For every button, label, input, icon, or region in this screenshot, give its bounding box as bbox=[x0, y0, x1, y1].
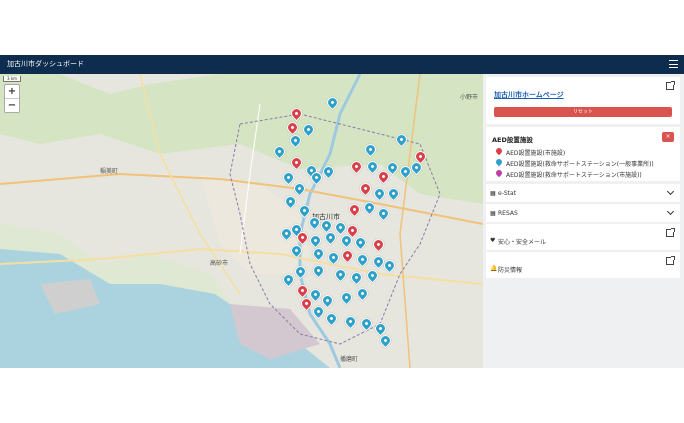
bell-icon: 🔔 bbox=[490, 265, 498, 272]
map-marker-icon bbox=[494, 157, 504, 167]
place-label: 小野市 bbox=[460, 94, 479, 101]
map-tiles bbox=[0, 74, 483, 368]
legend-item: AED設置施設(救命サポートステーション(市施設)) bbox=[494, 168, 642, 179]
external-link-icon[interactable] bbox=[666, 228, 675, 237]
legend-label: AED設置施設(救命サポートステーション(市施設)) bbox=[506, 172, 642, 179]
app-title: 加古川市ダッシュボード bbox=[7, 60, 84, 68]
zoom-in-button[interactable]: + bbox=[5, 85, 19, 98]
legend-item: AED設置施設(市施設) bbox=[494, 146, 566, 157]
hamburger-menu-icon[interactable] bbox=[669, 60, 678, 68]
safety-mail-card[interactable]: ♥ 安心・安全メール bbox=[486, 224, 680, 250]
chevron-down-icon[interactable] bbox=[666, 187, 675, 196]
map-view[interactable]: 3 km + − 小野市 稲美町 加古川市 高砂市 播磨町 bbox=[0, 74, 483, 368]
header-card: 加古川市ホームページ リセット bbox=[486, 77, 680, 124]
external-link-icon[interactable] bbox=[666, 81, 675, 90]
accordion-label: e-Stat bbox=[498, 190, 517, 197]
place-label: 播磨町 bbox=[340, 356, 359, 363]
app: 加古川市ダッシュボード 3 km + − 小野市 稲美町 加古川市 高砂市 播磨… bbox=[0, 55, 684, 368]
zoom-out-button[interactable]: − bbox=[5, 98, 19, 112]
map-marker-icon bbox=[494, 168, 504, 178]
legend-label: AED設置施設(市施設) bbox=[506, 150, 566, 157]
zoom-control: + − bbox=[4, 84, 20, 113]
disaster-info-label: 防災情報 bbox=[498, 267, 523, 274]
accordion-resas[interactable]: ▦ RESAS bbox=[486, 204, 680, 222]
heart-icon: ♥ bbox=[490, 237, 496, 244]
place-label: 高砂市 bbox=[210, 260, 229, 267]
disaster-info-card[interactable]: 🔔 防災情報 bbox=[486, 252, 680, 278]
legend-item: AED設置施設(救命サポートステーション(一般事業所)) bbox=[494, 157, 654, 168]
table-icon: ▦ bbox=[490, 210, 496, 217]
map-marker-icon bbox=[494, 146, 504, 156]
navbar: 加古川市ダッシュボード bbox=[0, 55, 684, 74]
external-link-icon[interactable] bbox=[666, 256, 675, 265]
accordion-estat[interactable]: ▦ e-Stat bbox=[486, 184, 680, 202]
accordion-label: RESAS bbox=[498, 210, 518, 217]
legend-title: AED設置施設 bbox=[492, 136, 533, 144]
chevron-down-icon[interactable] bbox=[666, 207, 675, 216]
legend-label: AED設置施設(救命サポートステーション(一般事業所)) bbox=[506, 161, 654, 168]
safety-mail-label: 安心・安全メール bbox=[498, 239, 547, 246]
sidebar: 加古川市ホームページ リセット AED設置施設 × AED設置施設(市施設) A… bbox=[483, 74, 684, 368]
place-label: 稲美町 bbox=[100, 168, 119, 175]
reset-button[interactable]: リセット bbox=[494, 107, 672, 117]
legend-card: AED設置施設 × AED設置施設(市施設) AED設置施設(救命サポートステー… bbox=[486, 127, 680, 181]
table-icon: ▦ bbox=[490, 190, 496, 197]
map-scale: 3 km bbox=[3, 76, 22, 82]
homepage-link[interactable]: 加古川市ホームページ bbox=[494, 90, 564, 100]
close-button[interactable]: × bbox=[662, 132, 674, 142]
